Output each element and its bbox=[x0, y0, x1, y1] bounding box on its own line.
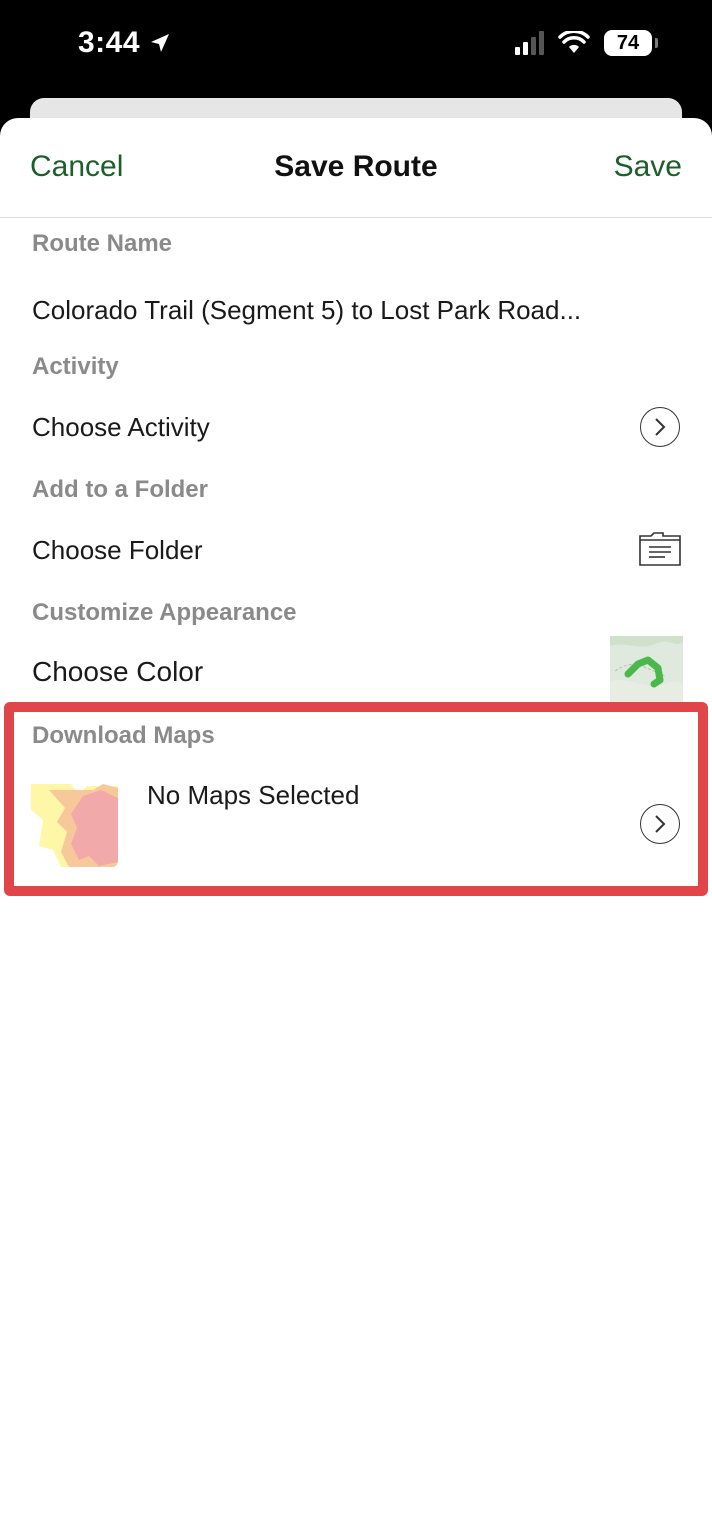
download-maps-highlight-box bbox=[4, 702, 708, 896]
appearance-label: Customize Appearance bbox=[32, 599, 297, 626]
page-title: Save Route bbox=[274, 150, 438, 183]
save-button[interactable]: Save bbox=[614, 150, 682, 184]
battery-icon: 74 bbox=[604, 30, 658, 56]
route-color-preview[interactable] bbox=[610, 636, 683, 704]
choose-folder-row[interactable]: Choose Folder bbox=[32, 535, 203, 566]
nav-bar: Cancel Save Route Save bbox=[0, 118, 712, 218]
folder-label: Add to a Folder bbox=[32, 476, 208, 503]
time-text: 3:44 bbox=[78, 26, 141, 59]
wifi-icon bbox=[558, 31, 590, 53]
status-indicators: 74 bbox=[515, 30, 658, 56]
route-name-field[interactable]: Colorado Trail (Segment 5) to Lost Park … bbox=[32, 295, 581, 326]
choose-color-row[interactable]: Choose Color bbox=[32, 656, 203, 688]
activity-chevron-icon[interactable] bbox=[640, 407, 680, 447]
folder-icon[interactable] bbox=[639, 532, 681, 566]
status-time: 3:44 bbox=[78, 26, 172, 60]
battery-level: 74 bbox=[616, 31, 640, 54]
choose-activity-row[interactable]: Choose Activity bbox=[32, 412, 210, 443]
route-name-label: Route Name bbox=[32, 230, 173, 257]
activity-label: Activity bbox=[32, 353, 119, 380]
status-bar: 3:44 74 bbox=[0, 0, 712, 96]
location-arrow-icon bbox=[151, 34, 170, 52]
cellular-signal-icon bbox=[515, 31, 544, 55]
